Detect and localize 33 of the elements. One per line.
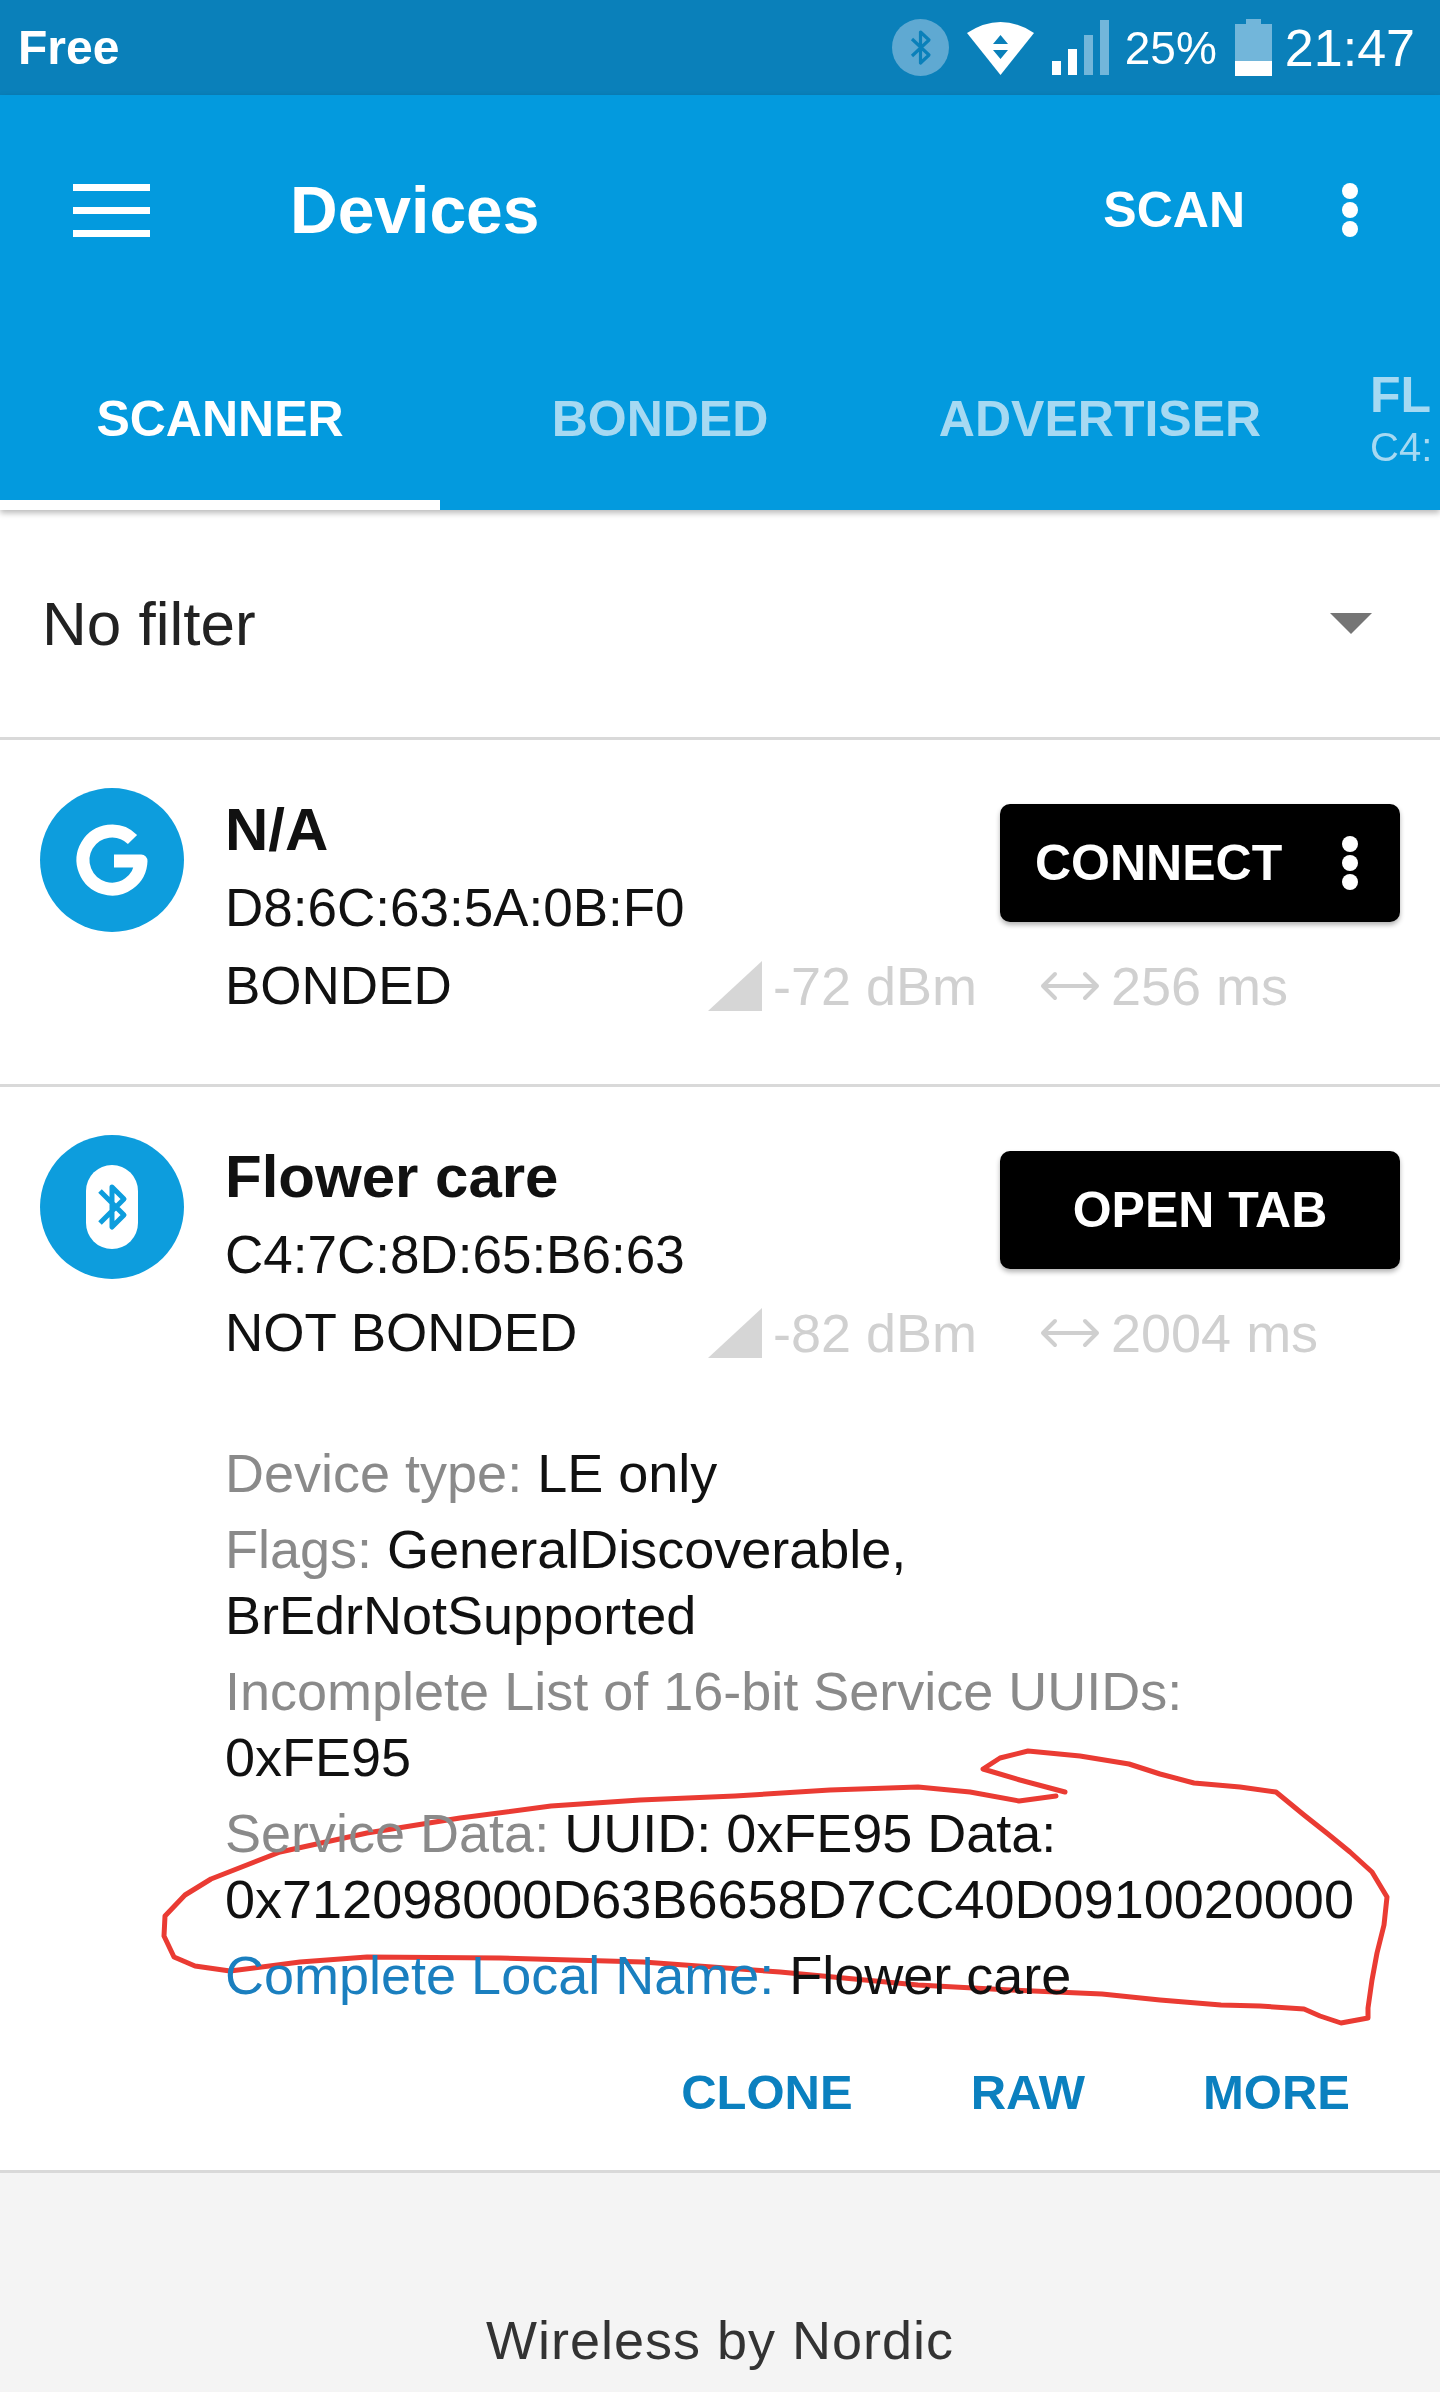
device-name: Flower care: [225, 1142, 559, 1212]
device-address: D8:6C:63:5A:0B:F0: [225, 877, 685, 939]
battery-percent: 25%: [1124, 20, 1217, 75]
card-action-button[interactable]: CLONE: [651, 2042, 883, 2142]
wifi-icon: [966, 20, 1034, 75]
battery-icon: [1234, 19, 1272, 76]
double-arrow-icon: [1040, 971, 1100, 1001]
action-button[interactable]: OPEN TAB: [1000, 1151, 1400, 1269]
card-action-button[interactable]: MORE: [1173, 2042, 1380, 2142]
bluetooth-icon: [891, 19, 949, 76]
cell-signal-icon: [1051, 20, 1109, 75]
dropdown-caret-icon: [1330, 613, 1372, 634]
letter-g-icon: [40, 788, 184, 932]
card-action-button[interactable]: RAW: [940, 2042, 1115, 2142]
carrier-name: Free: [18, 20, 120, 75]
clock-time: 21:47: [1284, 17, 1415, 78]
more-options-icon[interactable]: [1342, 836, 1358, 890]
bluetooth-icon: [40, 1135, 184, 1279]
advertising-detail: Incomplete List of 16-bit Service UUIDs: 0xFE95: [225, 1660, 1184, 1789]
double-arrow-icon: [1040, 1318, 1100, 1348]
footer-tagline: Wireless by Nordic: [485, 2309, 955, 2372]
menu-icon[interactable]: [73, 183, 150, 237]
action-button[interactable]: CONNECT: [1000, 804, 1400, 922]
signal-strength-icon: [708, 961, 762, 1011]
device-address: C4:7C:8D:65:B6:63: [225, 1224, 685, 1286]
advertising-detail: Flags: GeneralDiscoverable, BrEdrNotSupported: [225, 1518, 908, 1647]
screen-title: Devices: [290, 172, 540, 248]
device-name: N/A: [225, 795, 329, 865]
signal-strength-icon: [708, 1308, 762, 1358]
bond-state: BONDED: [225, 955, 452, 1017]
scan-button[interactable]: SCAN: [1083, 161, 1265, 259]
bond-state: NOT BONDED: [225, 1302, 578, 1364]
advertising-detail: Device type: LE only: [225, 1442, 719, 1505]
